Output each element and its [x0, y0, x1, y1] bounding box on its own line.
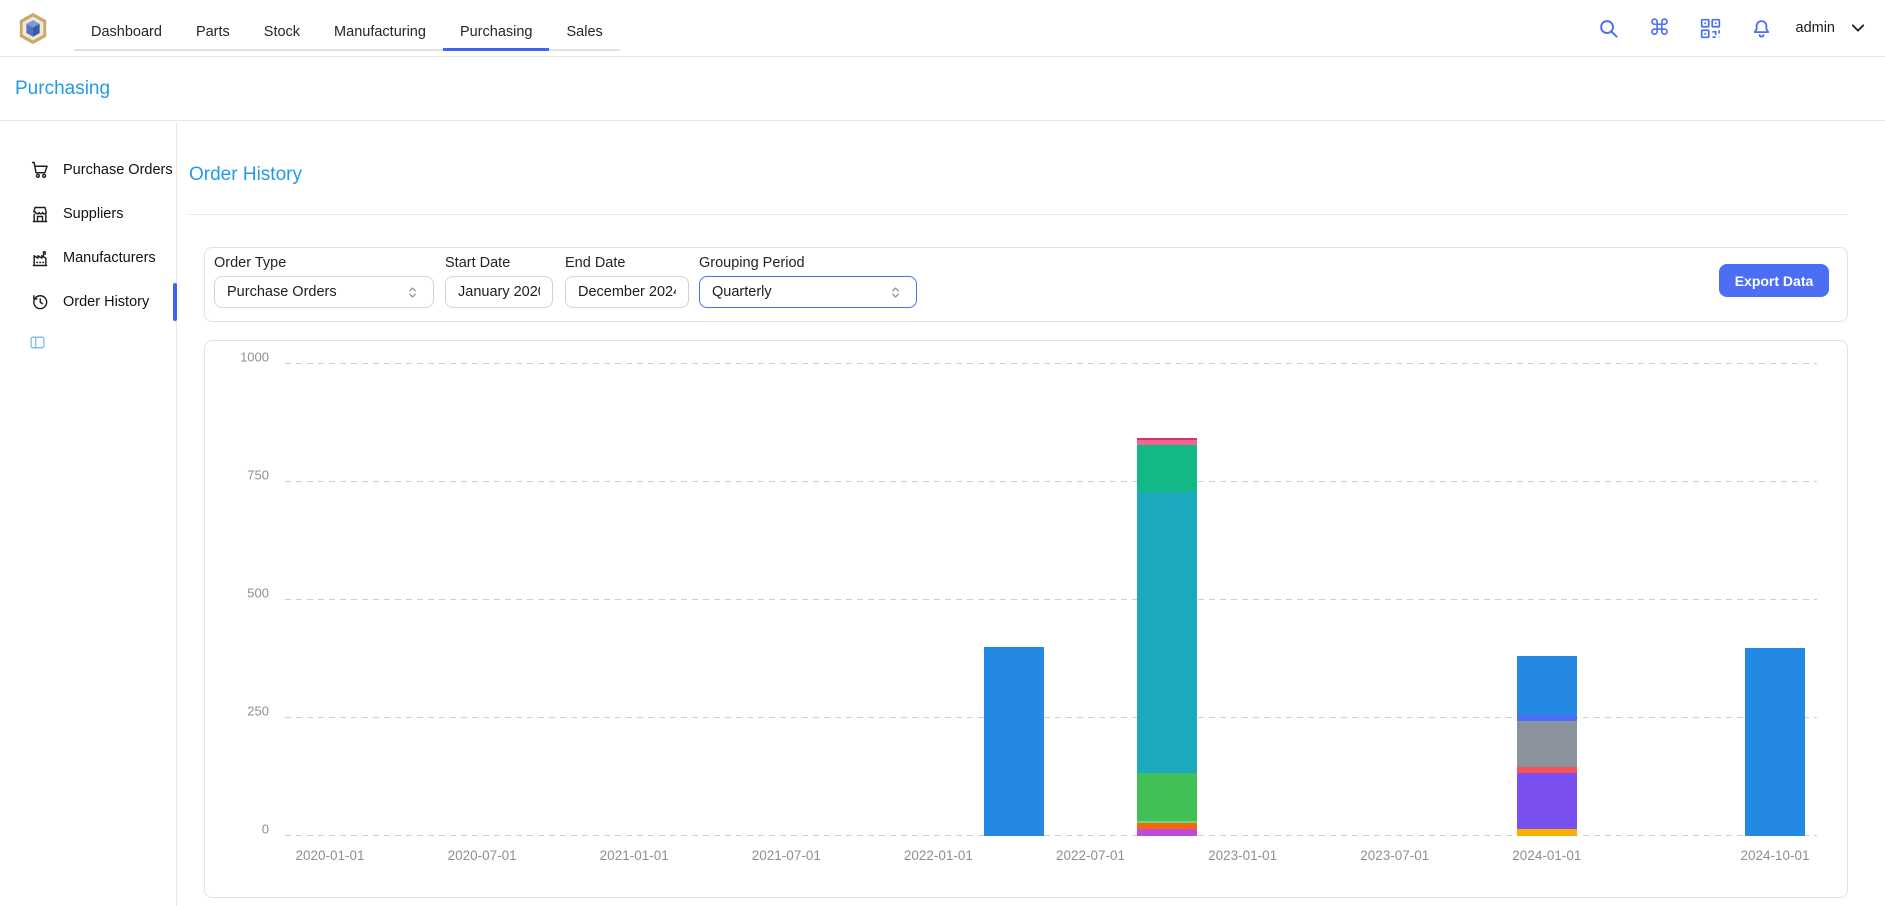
- username-label: admin: [1796, 20, 1836, 36]
- end-date-input[interactable]: [565, 276, 689, 308]
- x-axis-tick-label: 2020-07-01: [427, 848, 537, 863]
- bar-segment-2022-10-01: [1137, 438, 1197, 440]
- tab-sales[interactable]: Sales: [549, 15, 619, 51]
- storefront-icon: [30, 204, 50, 224]
- tab-stock[interactable]: Stock: [247, 15, 317, 51]
- start-date-input[interactable]: [445, 276, 553, 308]
- gridline-y-1000: [285, 363, 1817, 364]
- chevron-down-icon: [1849, 19, 1867, 37]
- bar-segment-2024-01-01: [1517, 656, 1577, 715]
- navbar-actions: ⌘: [1597, 16, 1774, 40]
- x-axis-tick-label: 2024-01-01: [1492, 848, 1602, 863]
- export-data-button[interactable]: Export Data: [1719, 264, 1829, 297]
- gridline-y-750: [285, 481, 1817, 482]
- factory-icon: [30, 248, 50, 268]
- sidebar-item-order-history[interactable]: Order History: [0, 280, 176, 324]
- bar-segment-2024-01-01: [1517, 715, 1577, 721]
- sidebar-item-label: Suppliers: [63, 206, 123, 222]
- tab-manufacturing[interactable]: Manufacturing: [317, 15, 443, 51]
- sidebar-item-label: Manufacturers: [63, 250, 156, 266]
- order-type-label: Order Type: [214, 255, 286, 271]
- y-axis-tick-label: 0: [209, 822, 269, 837]
- x-axis-tick-label: 2023-01-01: [1188, 848, 1298, 863]
- x-axis-tick-label: 2022-01-01: [883, 848, 993, 863]
- gridline-y-0: [285, 835, 1817, 836]
- select-chevrons-icon: [404, 284, 421, 301]
- order-type-value: Purchase Orders: [227, 284, 337, 300]
- page-title: Purchasing: [15, 78, 110, 100]
- bar-segment-2022-04-01: [984, 647, 1044, 836]
- bar-segment-2022-10-01: [1137, 823, 1197, 830]
- sidebar: Purchase Orders Suppliers Manufacturers Ord…: [0, 122, 177, 906]
- sidebar-item-suppliers[interactable]: Suppliers: [0, 192, 176, 236]
- bar-segment-2022-10-01: [1137, 440, 1197, 444]
- bar-segment-2022-10-01: [1137, 445, 1197, 492]
- search-icon[interactable]: [1597, 16, 1621, 40]
- bar-segment-2024-01-01: [1517, 767, 1577, 774]
- sidebar-item-purchase-orders[interactable]: Purchase Orders: [0, 148, 176, 192]
- cart-icon: [30, 160, 50, 180]
- grouping-period-value: Quarterly: [712, 284, 772, 300]
- bar-segment-2024-01-01: [1517, 773, 1577, 829]
- sidebar-item-label: Order History: [63, 294, 149, 310]
- gridline-y-250: [285, 717, 1817, 718]
- user-menu[interactable]: admin: [1796, 19, 1868, 37]
- bar-segment-2024-10-01: [1745, 648, 1805, 836]
- history-icon: [30, 292, 50, 312]
- x-axis-tick-label: 2021-07-01: [731, 848, 841, 863]
- x-axis-tick-label: 2021-01-01: [579, 848, 689, 863]
- bar-segment-2022-10-01: [1137, 821, 1197, 823]
- app-window: DashboardPartsStockManufacturingPurchasi…: [0, 0, 1885, 906]
- main-nav-tabs: DashboardPartsStockManufacturingPurchasi…: [74, 15, 620, 51]
- section-divider: [189, 214, 1848, 215]
- bar-segment-2024-01-01: [1517, 721, 1577, 767]
- stacked-bar-chart: 025050075010002020-01-012020-07-012021-0…: [285, 364, 1817, 836]
- y-axis-tick-label: 1000: [209, 350, 269, 365]
- y-axis-tick-label: 750: [209, 468, 269, 483]
- sidebar-item-manufacturers[interactable]: Manufacturers: [0, 236, 176, 280]
- x-axis-tick-label: 2023-07-01: [1340, 848, 1450, 863]
- bell-icon[interactable]: [1750, 16, 1774, 40]
- bar-segment-2022-10-01: [1137, 829, 1197, 836]
- section-title: Order History: [189, 164, 302, 186]
- tab-purchasing[interactable]: Purchasing: [443, 15, 550, 51]
- top-navbar: DashboardPartsStockManufacturingPurchasi…: [0, 0, 1885, 57]
- x-axis-tick-label: 2020-01-01: [275, 848, 385, 863]
- page-header: Purchasing: [0, 58, 1885, 121]
- end-date-label: End Date: [565, 255, 625, 271]
- y-axis-tick-label: 500: [209, 586, 269, 601]
- select-chevrons-icon: [887, 284, 904, 301]
- barcode-scan-icon[interactable]: [1699, 16, 1723, 40]
- command-palette-icon[interactable]: ⌘: [1648, 16, 1672, 40]
- inventree-logo[interactable]: [18, 12, 48, 45]
- bar-segment-2022-10-01: [1137, 492, 1197, 773]
- collapse-sidebar-icon[interactable]: [29, 334, 46, 351]
- hexagon-logo-icon: [18, 12, 48, 45]
- x-axis-tick-label: 2024-10-01: [1720, 848, 1830, 863]
- order-type-select[interactable]: Purchase Orders: [214, 276, 434, 308]
- y-axis-tick-label: 250: [209, 704, 269, 719]
- start-date-label: Start Date: [445, 255, 510, 271]
- gridline-y-500: [285, 599, 1817, 600]
- grouping-period-label: Grouping Period: [699, 255, 805, 271]
- tab-dashboard[interactable]: Dashboard: [74, 15, 179, 51]
- bar-segment-2024-01-01: [1517, 829, 1577, 836]
- bar-segment-2022-10-01: [1137, 773, 1197, 821]
- order-history-chart-card: 0 250 500 750 1000 2020-01-01 2020-07-01 2021-0…: [204, 340, 1848, 898]
- chart-filter-panel: Order Type Purchase Orders Start Date En…: [204, 247, 1848, 322]
- x-axis-tick-label: 2022-07-01: [1036, 848, 1146, 863]
- sidebar-item-label: Purchase Orders: [63, 162, 173, 178]
- grouping-period-select[interactable]: Quarterly: [699, 276, 917, 308]
- tab-parts[interactable]: Parts: [179, 15, 247, 51]
